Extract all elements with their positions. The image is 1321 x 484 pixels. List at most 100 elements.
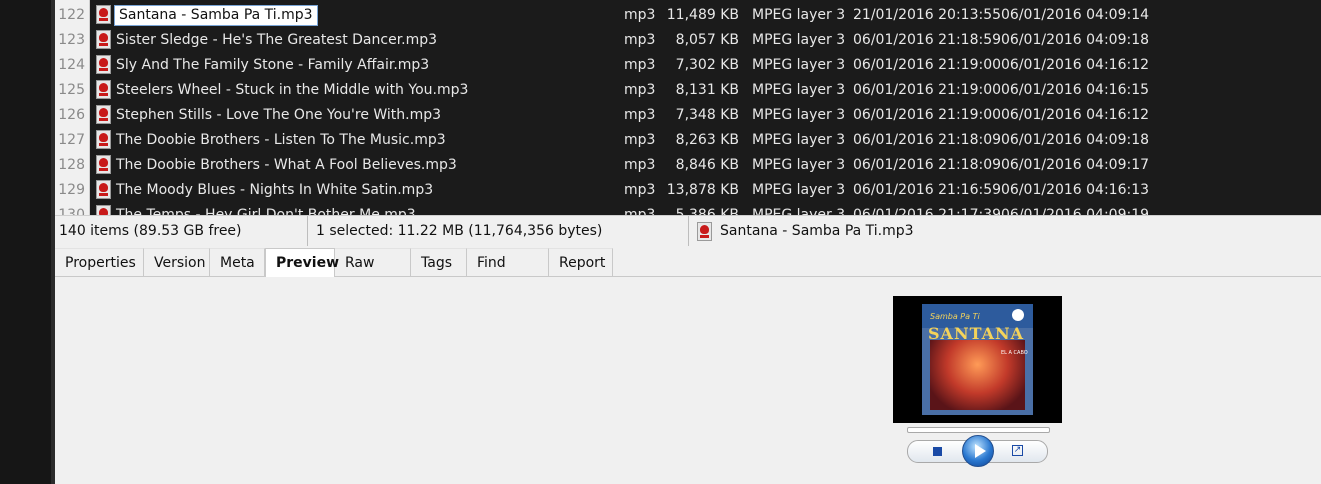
mp3-file-icon xyxy=(96,5,111,24)
file-modified-date: 06/01/2016 04:16:15 xyxy=(1001,82,1150,98)
file-type: MPEG layer 3 xyxy=(752,107,846,123)
file-created-date: 06/01/2016 21:19:00 xyxy=(853,82,1002,98)
mp3-file-icon xyxy=(96,205,111,215)
expand-icon[interactable]: ↗ xyxy=(1012,445,1023,456)
line-number: 128 xyxy=(58,157,85,173)
file-created-date: 06/01/2016 21:17:39 xyxy=(853,207,1002,215)
line-number: 125 xyxy=(58,82,85,98)
file-extension: mp3 xyxy=(624,132,656,148)
file-modified-date: 06/01/2016 04:09:19 xyxy=(1001,207,1150,215)
file-modified-date: 06/01/2016 04:09:14 xyxy=(1001,7,1150,23)
mp3-file-icon xyxy=(96,55,111,74)
label-logo-icon xyxy=(1012,309,1024,321)
tab-preview[interactable]: Preview xyxy=(265,248,339,278)
file-type: MPEG layer 3 xyxy=(752,7,846,23)
file-created-date: 06/01/2016 21:18:59 xyxy=(853,32,1002,48)
file-modified-date: 06/01/2016 04:16:13 xyxy=(1001,182,1150,198)
line-number: 122 xyxy=(58,7,85,23)
status-bar: 140 items (89.53 GB free) 1 selected: 11… xyxy=(55,215,1321,246)
tab-report[interactable]: Report xyxy=(549,248,613,277)
file-created-date: 21/01/2016 20:13:55 xyxy=(853,7,1002,23)
file-row[interactable]: 123 Sister Sledge - He's The Greatest Dan… xyxy=(55,28,1321,53)
mp3-file-icon xyxy=(96,30,111,49)
tab-raw-view[interactable]: Raw View xyxy=(335,248,411,299)
tab-meta[interactable]: Meta xyxy=(210,248,265,277)
album-note: EL A CABO xyxy=(1001,350,1028,356)
mp3-file-icon xyxy=(96,155,111,174)
mp3-file-icon xyxy=(697,221,712,241)
line-number: 127 xyxy=(58,132,85,148)
file-size: 8,131 KB xyxy=(675,82,739,98)
file-extension: mp3 xyxy=(624,32,656,48)
mp3-file-icon xyxy=(96,30,111,49)
file-extension: mp3 xyxy=(624,207,656,215)
album-art: Samba Pa Ti SANTANA EL A CABO xyxy=(922,304,1033,415)
left-panel-edge xyxy=(0,0,52,484)
line-number: 129 xyxy=(58,182,85,198)
mp3-file-icon xyxy=(96,80,111,99)
tab-properties[interactable]: Properties xyxy=(55,248,144,277)
tab-version[interactable]: Version xyxy=(144,248,210,277)
file-list[interactable]: 122 Santana - Samba Pa Ti.mp3 mp3 11,489 KB… xyxy=(55,0,1321,215)
file-name: The Doobie Brothers - Listen To The Musi… xyxy=(116,131,446,150)
status-current-file: Santana - Samba Pa Ti.mp3 xyxy=(688,216,914,246)
file-size: 7,348 KB xyxy=(675,107,739,123)
mp3-file-icon xyxy=(96,180,111,199)
file-created-date: 06/01/2016 21:19:00 xyxy=(853,57,1002,73)
file-extension: mp3 xyxy=(624,157,656,173)
album-art-frame: Samba Pa Ti SANTANA EL A CABO xyxy=(893,296,1062,423)
file-row[interactable]: 129 The Moody Blues - Nights In White Sat… xyxy=(55,178,1321,203)
file-row[interactable]: 127 The Doobie Brothers - Listen To The M… xyxy=(55,128,1321,153)
file-size: 13,878 KB xyxy=(666,182,739,198)
file-row[interactable]: 125 Steelers Wheel - Stuck in the Middle … xyxy=(55,78,1321,103)
file-created-date: 06/01/2016 21:16:59 xyxy=(853,182,1002,198)
file-name-text: Sly And The Family Stone - Family Affair… xyxy=(116,57,430,73)
file-row[interactable]: 128 The Doobie Brothers - What A Fool Bel… xyxy=(55,153,1321,178)
preview-pane: Samba Pa Ti SANTANA EL A CABO ↗ xyxy=(55,277,1321,484)
file-row[interactable]: 124 Sly And The Family Stone - Family Aff… xyxy=(55,53,1321,78)
file-modified-date: 06/01/2016 04:16:12 xyxy=(1001,57,1150,73)
file-name: Steelers Wheel - Stuck in the Middle wit… xyxy=(116,81,468,100)
file-row[interactable]: 126 Stephen Stills - Love The One You're … xyxy=(55,103,1321,128)
file-row[interactable]: 130 The Temps - Hey Girl Don't Bother Me.… xyxy=(55,203,1321,215)
file-extension: mp3 xyxy=(624,182,656,198)
mp3-file-icon xyxy=(96,5,111,24)
file-size: 11,489 KB xyxy=(666,7,739,23)
mp3-file-icon xyxy=(96,180,111,199)
file-created-date: 06/01/2016 21:19:00 xyxy=(853,107,1002,123)
file-type: MPEG layer 3 xyxy=(752,182,846,198)
file-size: 7,302 KB xyxy=(675,57,739,73)
mp3-file-icon xyxy=(96,105,111,124)
file-modified-date: 06/01/2016 04:16:12 xyxy=(1001,107,1150,123)
seek-bar[interactable] xyxy=(907,427,1050,433)
file-name: The Doobie Brothers - What A Fool Believ… xyxy=(116,156,457,175)
file-name-text: The Moody Blues - Nights In White Satin.… xyxy=(116,182,434,198)
line-number: 124 xyxy=(58,57,85,73)
line-number: 130 xyxy=(58,207,85,215)
file-size: 8,057 KB xyxy=(675,32,739,48)
file-size: 8,846 KB xyxy=(675,157,739,173)
media-controls: ↗ xyxy=(907,435,1048,467)
stop-icon[interactable] xyxy=(933,447,942,456)
file-name-text: Santana - Samba Pa Ti.mp3 xyxy=(114,5,318,26)
file-type: MPEG layer 3 xyxy=(752,57,846,73)
file-size: 8,263 KB xyxy=(675,132,739,148)
file-name-text: Steelers Wheel - Stuck in the Middle wit… xyxy=(116,82,469,98)
mp3-file-icon xyxy=(96,205,111,215)
file-size: 5,386 KB xyxy=(675,207,739,215)
play-icon[interactable] xyxy=(962,435,994,467)
file-type: MPEG layer 3 xyxy=(752,32,846,48)
file-extension: mp3 xyxy=(624,7,656,23)
file-name: Santana - Samba Pa Ti.mp3 xyxy=(114,5,318,26)
mp3-file-icon xyxy=(96,80,111,99)
tab-find-files[interactable]: Find Files xyxy=(467,248,549,299)
file-name: The Moody Blues - Nights In White Satin.… xyxy=(116,181,433,200)
file-extension: mp3 xyxy=(624,82,656,98)
file-extension: mp3 xyxy=(624,57,656,73)
file-modified-date: 06/01/2016 04:09:18 xyxy=(1001,132,1150,148)
tab-tags[interactable]: Tags xyxy=(411,248,467,277)
file-row[interactable]: 122 Santana - Samba Pa Ti.mp3 mp3 11,489 KB… xyxy=(55,3,1321,28)
file-name-text: The Temps - Hey Girl Don't Bother Me.mp3 xyxy=(116,207,416,215)
status-selection: 1 selected: 11.22 MB (11,764,356 bytes) xyxy=(307,216,602,246)
file-name-text: Sister Sledge - He's The Greatest Dancer… xyxy=(116,32,438,48)
